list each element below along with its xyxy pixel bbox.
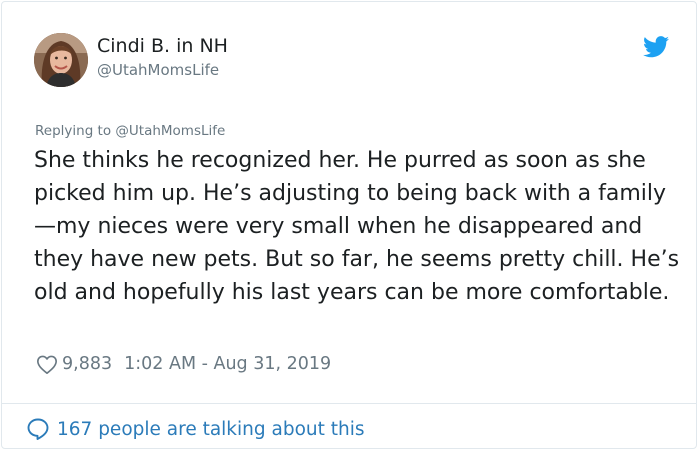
heart-icon[interactable]: [36, 354, 58, 375]
avatar[interactable]: [34, 33, 88, 87]
conversation-link[interactable]: 167 people are talking about this: [26, 416, 365, 442]
divider: [2, 403, 696, 404]
twitter-bird-icon[interactable]: [643, 36, 669, 58]
author-name[interactable]: Cindi B. in NH: [97, 35, 228, 57]
replying-to[interactable]: Replying to @UtahMomsLife: [35, 123, 225, 139]
like-count[interactable]: 9,883: [62, 354, 112, 374]
tweet-meta: 9,883 1:02 AM - Aug 31, 2019: [36, 352, 331, 376]
author-handle[interactable]: @UtahMomsLife: [97, 61, 219, 79]
conversation-label[interactable]: 167 people are talking about this: [57, 419, 365, 440]
avatar-image: [34, 33, 88, 87]
tweet-text: She thinks he recognized her. He purred …: [34, 148, 680, 305]
speech-bubble-icon: [27, 418, 49, 440]
tweet-card: Cindi B. in NH @UtahMomsLife Replying to…: [1, 1, 697, 449]
timestamp[interactable]: 1:02 AM - Aug 31, 2019: [124, 354, 331, 374]
